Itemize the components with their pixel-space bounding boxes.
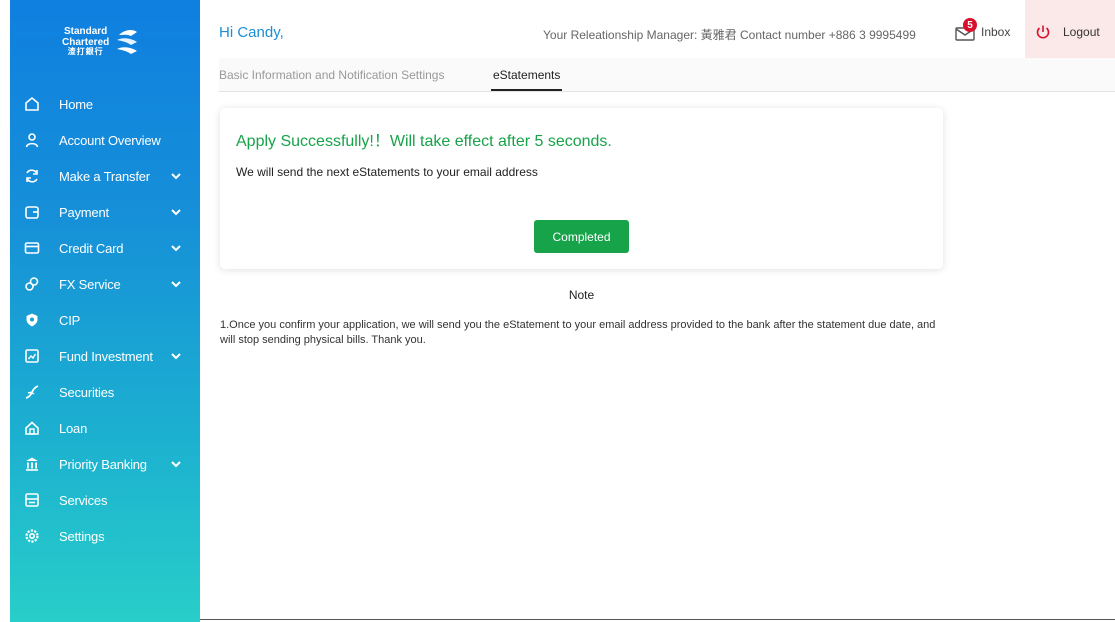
- sidebar-item-account-overview[interactable]: Account Overview: [10, 122, 200, 158]
- settings-icon: [23, 527, 41, 545]
- sidebar-item-cip[interactable]: CIP: [10, 302, 200, 338]
- success-message: We will send the next eStatements to you…: [236, 165, 538, 179]
- sidebar-item-fund-investment[interactable]: Fund Investment: [10, 338, 200, 374]
- sidebar-item-fx-service[interactable]: FX Service: [10, 266, 200, 302]
- sidebar-menu: Home Account Overview Make a Transfer Pa…: [10, 86, 200, 554]
- sidebar-item-label: Securities: [59, 384, 115, 400]
- sidebar-item-label: Loan: [59, 420, 88, 436]
- inbox-label: Inbox: [981, 25, 1011, 39]
- standard-chartered-logo[interactable]: Standard Chartered 渣打銀行: [62, 18, 162, 66]
- fx-icon: [23, 275, 41, 293]
- securities-icon: [23, 383, 41, 401]
- home-icon: [23, 95, 41, 113]
- chevron-down-icon[interactable]: [170, 242, 182, 254]
- sidebar-item-label: Fund Investment: [59, 348, 153, 364]
- relationship-manager-info: Your Releationship Manager: 黃雅君 Contact …: [543, 28, 916, 42]
- chevron-down-icon[interactable]: [170, 206, 182, 218]
- sidebar-item-loan[interactable]: Loan: [10, 410, 200, 446]
- transfer-icon: [23, 167, 41, 185]
- chevron-down-icon[interactable]: [170, 350, 182, 362]
- wallet-icon: [23, 203, 41, 221]
- sidebar-item-label: Services: [59, 492, 108, 508]
- bottom-divider: [200, 619, 1115, 620]
- user-icon: [23, 131, 41, 149]
- loan-icon: [23, 419, 41, 437]
- sidebar-item-label: Account Overview: [59, 132, 161, 148]
- sidebar-item-label: Payment: [59, 204, 109, 220]
- services-icon: [23, 491, 41, 509]
- sidebar-item-securities[interactable]: Securities: [10, 374, 200, 410]
- fund-icon: [23, 347, 41, 365]
- note-text: 1.Once you confirm your application, we …: [220, 319, 936, 346]
- logo-line-3: 渣打銀行: [67, 47, 104, 57]
- note-title: Note: [568, 288, 595, 302]
- sidebar-item-settings[interactable]: Settings: [10, 518, 200, 554]
- sidebar-item-services[interactable]: Services: [10, 482, 200, 518]
- tab-basic-information[interactable]: Basic Information and Notification Setti…: [219, 68, 444, 82]
- sidebar-item-label: Settings: [59, 528, 105, 544]
- success-title: Apply Successfully!！Will take effect aft…: [236, 133, 612, 150]
- sidebar-item-priority-banking[interactable]: Priority Banking: [10, 446, 200, 482]
- sidebar-item-label: Credit Card: [59, 240, 124, 256]
- completed-button[interactable]: Completed: [534, 220, 629, 253]
- logout-button[interactable]: Logout: [1025, 0, 1115, 64]
- sidebar-item-label: FX Service: [59, 276, 121, 292]
- sidebar: Standard Chartered 渣打銀行 Home Account Ove…: [10, 0, 200, 622]
- credit-card-icon: [23, 239, 41, 257]
- sidebar-item-credit-card[interactable]: Credit Card: [10, 230, 200, 266]
- sidebar-item-label: CIP: [59, 312, 81, 328]
- logo-mark-icon: [117, 30, 138, 54]
- chevron-down-icon[interactable]: [170, 278, 182, 290]
- power-icon: [1036, 25, 1050, 39]
- inbox-count-badge: 5: [963, 18, 977, 32]
- sidebar-item-make-a-transfer[interactable]: Make a Transfer: [10, 158, 200, 194]
- sidebar-item-home[interactable]: Home: [10, 86, 200, 122]
- inbox-button[interactable]: 5 Inbox: [955, 18, 1011, 44]
- chevron-down-icon[interactable]: [170, 170, 182, 182]
- sidebar-item-payment[interactable]: Payment: [10, 194, 200, 230]
- tab-bar: Basic Information and Notification Setti…: [219, 58, 1115, 92]
- mail-icon: 5: [955, 18, 979, 42]
- sidebar-item-label: Home: [59, 96, 93, 112]
- sidebar-item-label: Priority Banking: [59, 456, 147, 472]
- greeting: Hi Candy,: [219, 24, 284, 41]
- priority-banking-icon: [23, 455, 41, 473]
- logout-label: Logout: [1063, 25, 1100, 39]
- sidebar-item-label: Make a Transfer: [59, 168, 150, 184]
- cip-icon: [23, 311, 41, 329]
- logo-text: Standard Chartered 渣打銀行: [62, 27, 109, 56]
- success-card: Apply Successfully!！Will take effect aft…: [220, 108, 943, 269]
- tab-estatements[interactable]: eStatements: [490, 68, 563, 91]
- chevron-down-icon[interactable]: [170, 458, 182, 470]
